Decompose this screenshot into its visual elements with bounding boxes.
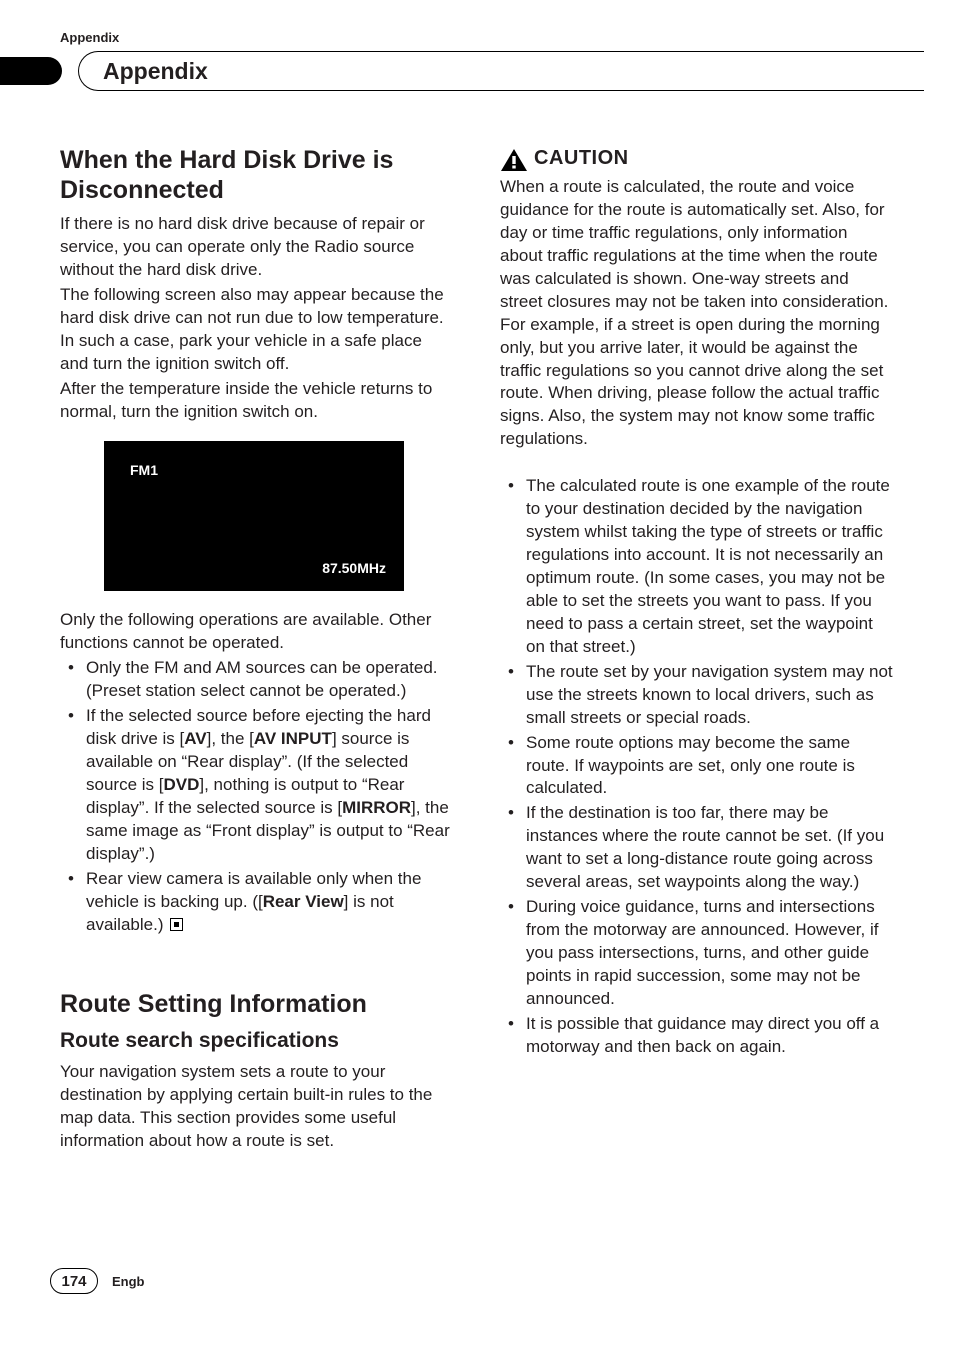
subsection-heading: Route search specifications xyxy=(60,1027,454,1055)
ui-term: DVD xyxy=(163,775,199,794)
body-text: When a route is calculated, the route an… xyxy=(500,176,894,451)
list-item: Some route options may become the same r… xyxy=(500,732,894,801)
content-columns: When the Hard Disk Drive is Disconnected… xyxy=(60,145,894,1155)
section-end-icon xyxy=(170,918,183,931)
ui-term: AV xyxy=(184,729,206,748)
body-text: The following screen also may appear bec… xyxy=(60,284,454,376)
list-item: If the selected source before ejecting t… xyxy=(60,705,454,866)
radio-frequency-label: 87.50MHz xyxy=(322,559,386,578)
list-item: Only the FM and AM sources can be operat… xyxy=(60,657,454,703)
warning-triangle-icon xyxy=(500,148,528,172)
page: Appendix Appendix When the Hard Disk Dri… xyxy=(0,0,954,1352)
caution-label: CAUTION xyxy=(534,145,629,172)
running-head: Appendix xyxy=(60,30,894,45)
chapter-bar: Appendix xyxy=(60,51,894,95)
bullet-list: The calculated route is one example of t… xyxy=(500,475,894,1058)
body-text: If there is no hard disk drive because o… xyxy=(60,213,454,282)
ui-term: Rear View xyxy=(263,892,344,911)
list-item: If the destination is too far, there may… xyxy=(500,802,894,894)
bullet-list: Only the FM and AM sources can be operat… xyxy=(60,657,454,936)
section-heading-route: Route Setting Information xyxy=(60,989,454,1019)
list-item: The calculated route is one example of t… xyxy=(500,475,894,659)
list-item: During voice guidance, turns and interse… xyxy=(500,896,894,1011)
chapter-tab xyxy=(0,57,62,85)
right-column: CAUTION When a route is calculated, the … xyxy=(500,145,894,1155)
ui-term: AV INPUT xyxy=(254,729,332,748)
radio-band-label: FM1 xyxy=(130,461,158,480)
text-fragment: ], the [ xyxy=(207,729,254,748)
body-text: After the temperature inside the vehicle… xyxy=(60,378,454,424)
chapter-title: Appendix xyxy=(103,58,208,85)
body-text: Only the following operations are availa… xyxy=(60,609,454,655)
caution-heading: CAUTION xyxy=(500,145,894,172)
page-number-badge: 174 xyxy=(50,1268,98,1294)
chapter-pill: Appendix xyxy=(78,51,924,91)
left-column: When the Hard Disk Drive is Disconnected… xyxy=(60,145,454,1155)
list-item: It is possible that guidance may direct … xyxy=(500,1013,894,1059)
body-text: Your navigation system sets a route to y… xyxy=(60,1061,454,1153)
list-item: Rear view camera is available only when … xyxy=(60,868,454,937)
page-footer: 174 Engb xyxy=(50,1268,145,1294)
section-heading-hdd: When the Hard Disk Drive is Disconnected xyxy=(60,145,454,205)
language-code: Engb xyxy=(112,1274,145,1289)
ui-term: MIRROR xyxy=(342,798,411,817)
list-item: The route set by your navigation system … xyxy=(500,661,894,730)
page-number: 174 xyxy=(61,1273,86,1290)
radio-screen-figure: FM1 87.50MHz xyxy=(104,441,404,591)
